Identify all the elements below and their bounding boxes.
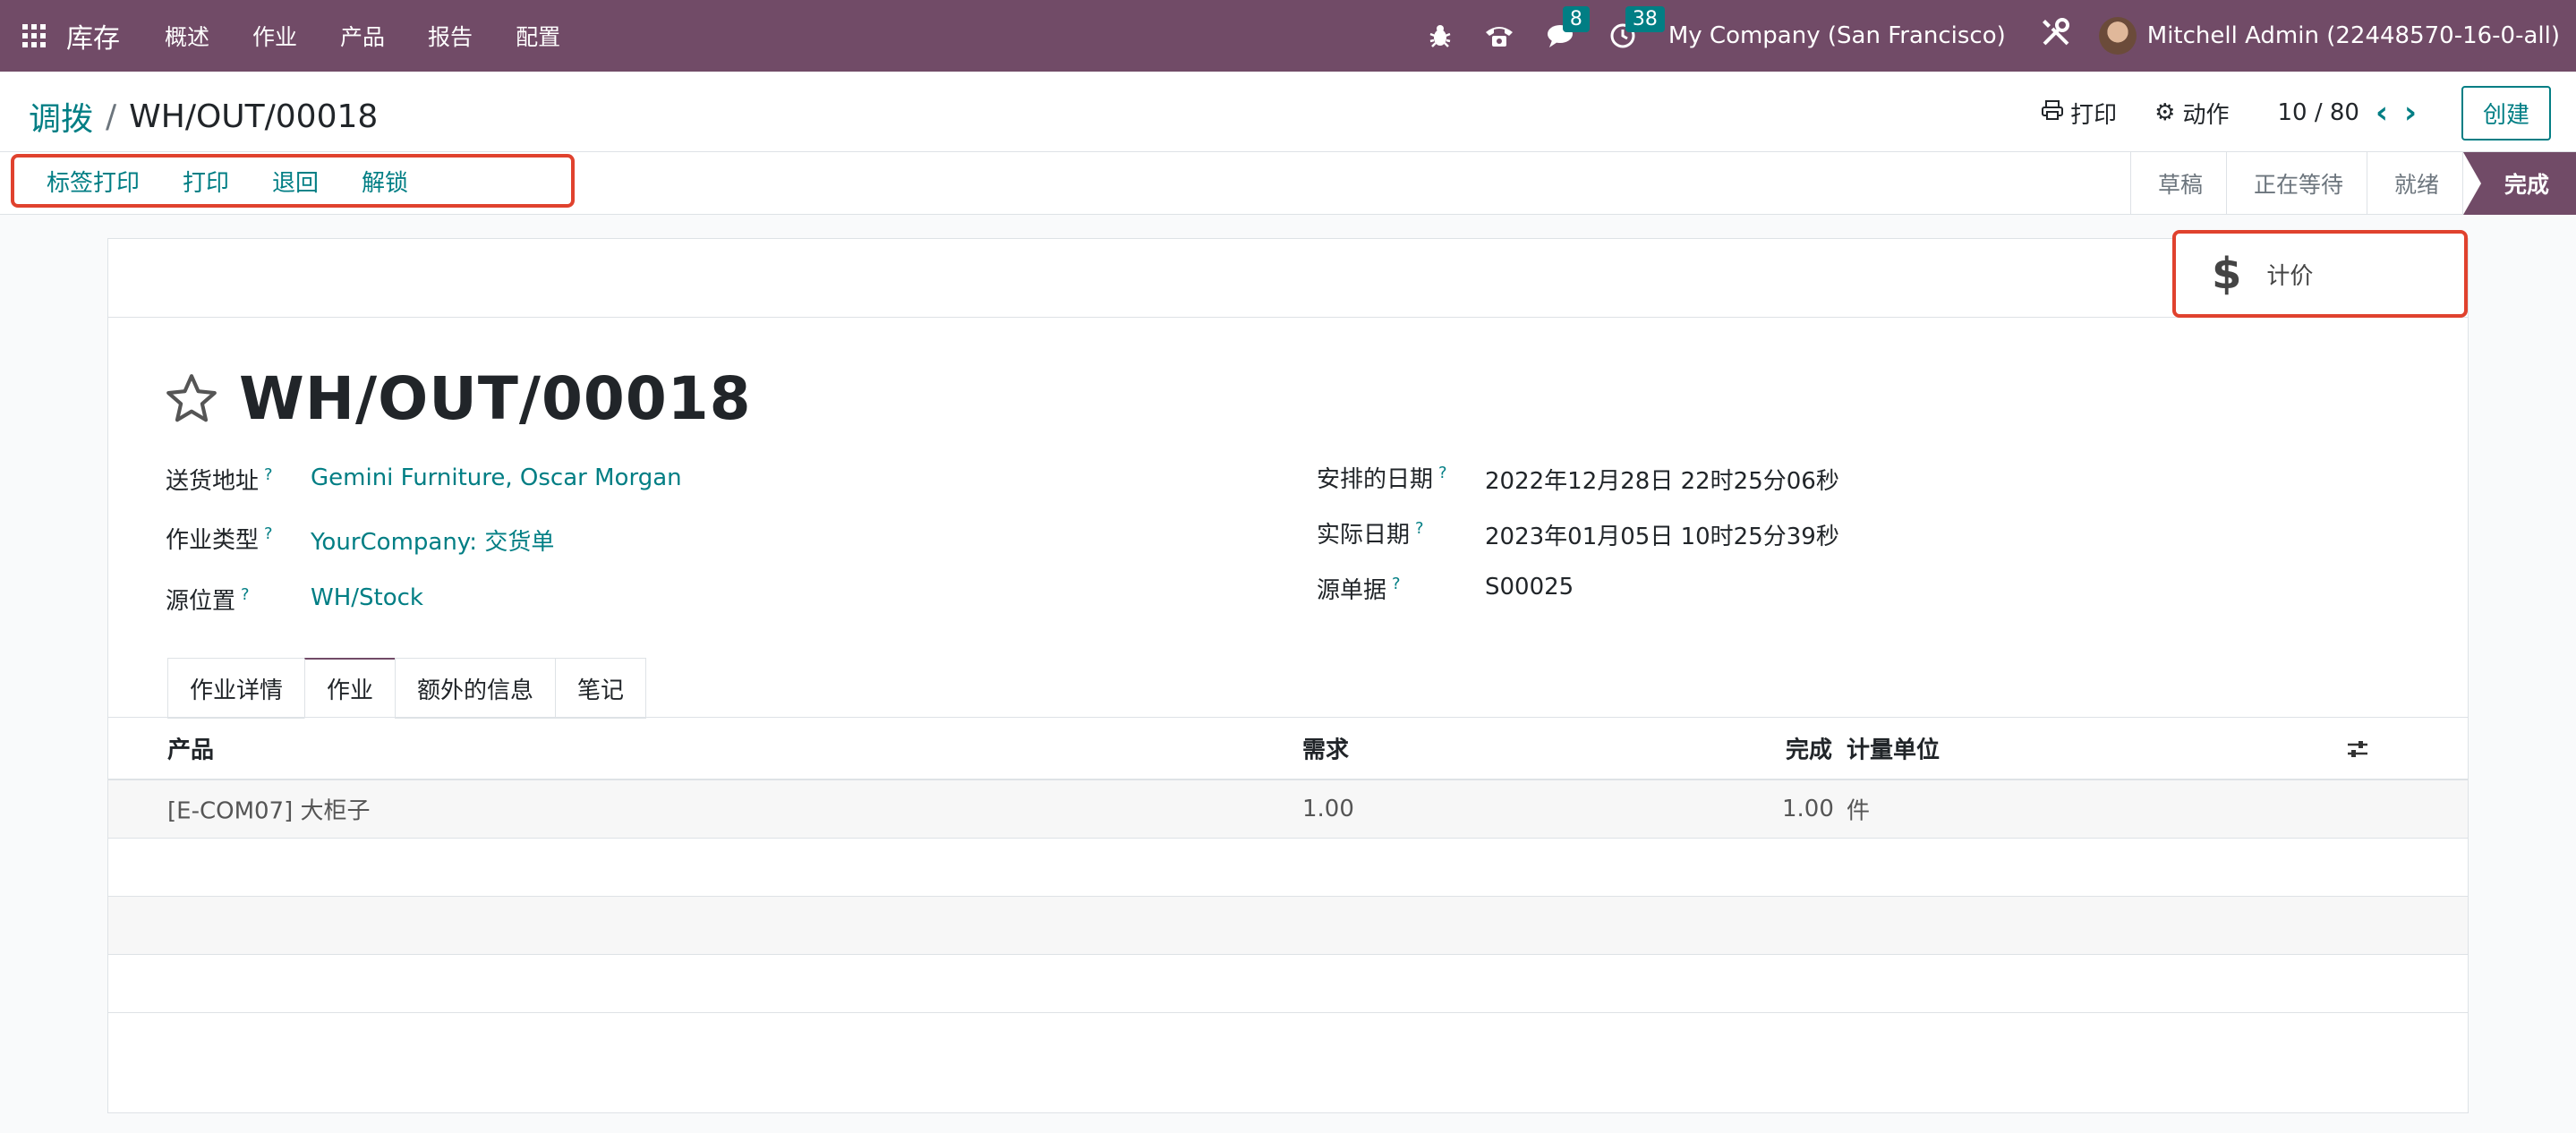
column-settings-icon[interactable] (2346, 737, 2369, 761)
breadcrumb-current: WH/OUT/00018 (129, 98, 379, 135)
row-demand: 1.00 (1302, 796, 1354, 822)
source-location-value[interactable]: WH/Stock (311, 584, 423, 611)
row-product: [E-COM07] 大柜子 (167, 797, 371, 825)
operation-type-label: 作业类型? (166, 524, 273, 554)
operation-type-value[interactable]: YourCompany: 交货单 (311, 524, 554, 557)
printer-icon (2042, 99, 2064, 126)
header-actions: 标签打印 打印 退回 解锁 (11, 154, 575, 208)
help-icon[interactable]: ? (1392, 575, 1401, 593)
state-pipeline: 草稿 正在等待 就绪 完成 (2129, 152, 2576, 215)
activities-clock-icon[interactable]: 38 (1609, 6, 1665, 49)
tab-operations[interactable]: 作业 (304, 658, 397, 719)
table-row-empty (108, 897, 2468, 955)
phone-icon[interactable] (1484, 23, 1514, 48)
scheduled-date-value: 2022年12月28日 22时25分06秒 (1485, 468, 1839, 495)
control-panel: 调拨 / WH/OUT/00018 打印 ⚙ 动作 10 / 80 ‹ › 创建 (0, 72, 2576, 152)
source-document-label: 源单据? (1317, 575, 1401, 604)
debug-bug-icon[interactable] (1429, 23, 1452, 48)
effective-date-label: 实际日期? (1317, 519, 1424, 549)
smart-button-box: $ 计价 (108, 230, 2468, 318)
action-label: 动作 (2182, 101, 2230, 129)
record-title: WH/OUT/00018 (239, 364, 752, 433)
user-menu[interactable]: Mitchell Admin (22448570-16-0-all) (2147, 22, 2560, 49)
delivery-address-label: 送货地址? (166, 465, 273, 495)
tab-detailed-operations[interactable]: 作业详情 (167, 658, 306, 719)
user-avatar[interactable] (2098, 17, 2137, 55)
pager-next-icon[interactable]: › (2404, 95, 2417, 131)
delivery-address-value[interactable]: Gemini Furniture, Oscar Morgan (311, 464, 682, 491)
print-button[interactable]: 打印 (183, 165, 229, 198)
star-icon[interactable] (164, 371, 219, 427)
notebook-tabs: 作业详情 作业 额外的信息 笔记 (167, 658, 647, 719)
state-draft: 草稿 (2131, 152, 2227, 215)
label-print-button[interactable]: 标签打印 (47, 165, 140, 198)
state-done: 完成 (2462, 152, 2576, 215)
scheduled-date-label: 安排的日期? (1317, 464, 1447, 493)
table-row[interactable]: [E-COM07] 大柜子 1.00 1.00 件 (108, 780, 2468, 839)
help-icon[interactable]: ? (1415, 519, 1424, 538)
pager-previous-icon[interactable]: ‹ (2376, 95, 2388, 131)
menu-operations[interactable]: 作业 (252, 20, 297, 52)
help-icon[interactable]: ? (264, 524, 273, 543)
tab-note[interactable]: 笔记 (555, 658, 647, 719)
table-row-empty (108, 839, 2468, 897)
dollar-icon: $ (2212, 249, 2242, 299)
operations-table: 产品 需求 完成 计量单位 [E-COM07] 大柜子 1.00 1.00 件 (108, 717, 2468, 1013)
table-header: 产品 需求 完成 计量单位 (108, 718, 2468, 780)
print-label: 打印 (2070, 101, 2118, 129)
create-button[interactable]: 创建 (2461, 85, 2551, 141)
tools-icon[interactable] (2040, 16, 2072, 56)
row-done: 1.00 (1782, 796, 1834, 822)
unlock-button[interactable]: 解锁 (362, 165, 408, 198)
action-dropdown-button[interactable]: ⚙ 动作 (2154, 97, 2229, 130)
effective-date-value: 2023年01月05日 10时25分39秒 (1485, 524, 1839, 550)
valuation-button[interactable]: $ 计价 (2172, 230, 2468, 318)
record-title-row: WH/OUT/00018 (164, 364, 752, 433)
help-icon[interactable]: ? (264, 465, 273, 484)
breadcrumb: 调拨 / WH/OUT/00018 (29, 93, 378, 140)
app-name[interactable]: 库存 (66, 16, 120, 55)
menu-reporting[interactable]: 报告 (428, 20, 473, 52)
gear-icon: ⚙ (2154, 99, 2176, 126)
valuation-label: 计价 (2266, 262, 2314, 290)
header-demand[interactable]: 需求 (1302, 732, 1349, 765)
header-product[interactable]: 产品 (167, 732, 214, 765)
form-sheet: $ 计价 WH/OUT/00018 送货地址? Gemini Furniture… (107, 230, 2469, 1113)
table-row-empty (108, 955, 2468, 1013)
menu-products[interactable]: 产品 (340, 20, 385, 52)
status-bar: 标签打印 打印 退回 解锁 草稿 正在等待 就绪 完成 (0, 152, 2576, 215)
source-document-value: S00025 (1485, 574, 1574, 601)
header-done[interactable]: 完成 (1786, 732, 1832, 765)
menu-configuration[interactable]: 配置 (516, 20, 560, 52)
breadcrumb-separator: / (106, 98, 117, 135)
messages-badge: 8 (1562, 6, 1590, 32)
source-location-label: 源位置? (166, 585, 250, 615)
menu-overview[interactable]: 概述 (165, 20, 209, 52)
tab-additional-info[interactable]: 额外的信息 (395, 658, 557, 719)
messages-icon[interactable]: 8 (1547, 6, 1590, 49)
print-dropdown-button[interactable]: 打印 (2042, 97, 2117, 130)
state-ready: 就绪 (2367, 152, 2463, 215)
row-uom: 件 (1847, 797, 1871, 825)
state-waiting: 正在等待 (2227, 152, 2367, 215)
return-button[interactable]: 退回 (272, 165, 319, 198)
top-navbar: 库存 概述 作业 产品 报告 配置 8 38 My Company (San F… (0, 0, 2576, 72)
apps-grid-icon[interactable] (21, 23, 47, 48)
help-icon[interactable]: ? (1438, 464, 1447, 482)
breadcrumb-transfers-link[interactable]: 调拨 (29, 93, 93, 140)
pager-value[interactable]: 10 / 80 (2277, 99, 2358, 126)
activities-badge: 38 (1625, 6, 1665, 32)
help-icon[interactable]: ? (241, 585, 250, 604)
company-switcher[interactable]: My Company (San Francisco) (1668, 22, 2006, 49)
header-uom[interactable]: 计量单位 (1847, 732, 1940, 765)
